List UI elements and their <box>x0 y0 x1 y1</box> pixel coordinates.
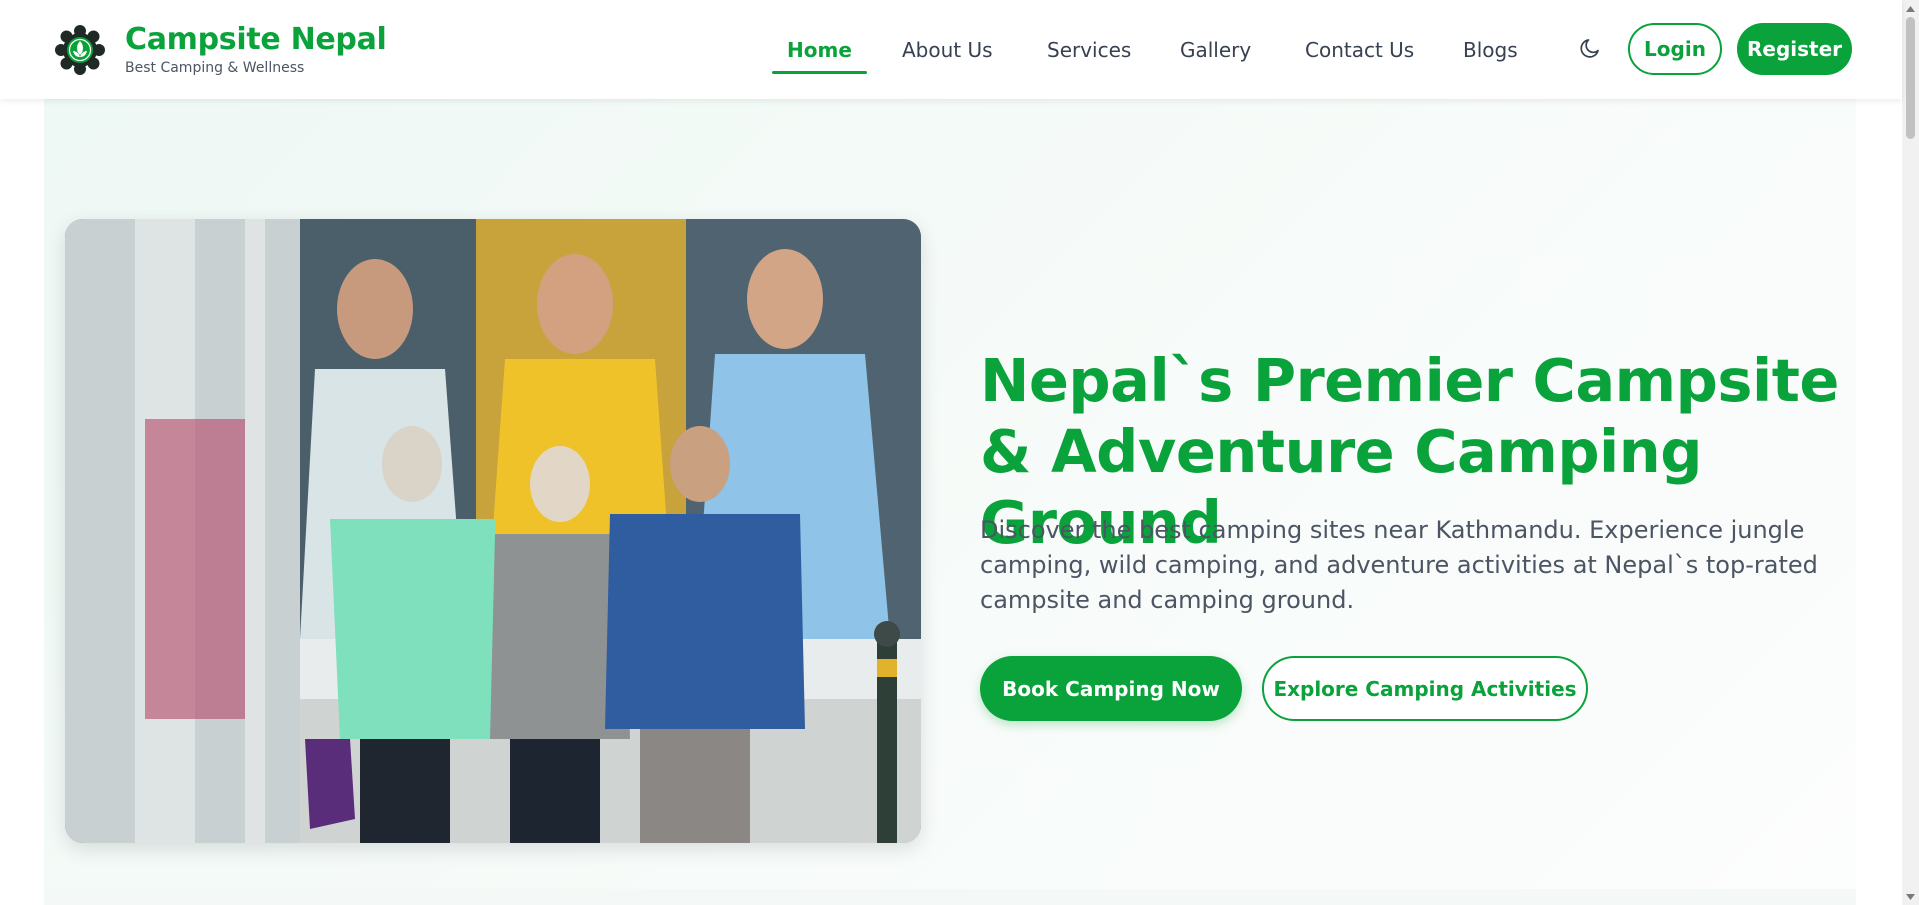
brand[interactable]: Campsite Nepal Best Camping & Wellness <box>54 22 387 77</box>
moon-icon[interactable] <box>1578 36 1602 60</box>
nav-item-contact-us[interactable]: Contact Us <box>1290 26 1429 74</box>
brand-tagline: Best Camping & Wellness <box>125 60 305 76</box>
book-camping-button[interactable]: Book Camping Now <box>980 656 1242 721</box>
hero-image <box>65 219 921 843</box>
nav-item-blogs[interactable]: Blogs <box>1448 26 1533 74</box>
scroll-up-arrow-icon[interactable] <box>1902 0 1919 17</box>
nav-item-home[interactable]: Home <box>772 26 867 74</box>
next-section-edge <box>44 889 1856 905</box>
brand-title: Campsite Nepal <box>125 22 387 57</box>
scrollbar-thumb[interactable] <box>1906 17 1915 139</box>
nav-item-about-us[interactable]: About Us <box>887 26 1008 74</box>
hero-description: Discover the best camping sites near Kat… <box>980 516 1818 614</box>
nav-item-services[interactable]: Services <box>1032 26 1146 74</box>
nav-item-gallery[interactable]: Gallery <box>1165 26 1266 74</box>
login-button[interactable]: Login <box>1628 23 1722 75</box>
explore-activities-button[interactable]: Explore Camping Activities <box>1262 656 1588 721</box>
register-button[interactable]: Register <box>1737 23 1852 75</box>
site-header: Campsite Nepal Best Camping & Wellness H… <box>0 0 1902 99</box>
scrollbar[interactable] <box>1902 0 1919 905</box>
scroll-down-arrow-icon[interactable] <box>1902 888 1919 905</box>
lotus-logo-icon <box>55 24 105 75</box>
